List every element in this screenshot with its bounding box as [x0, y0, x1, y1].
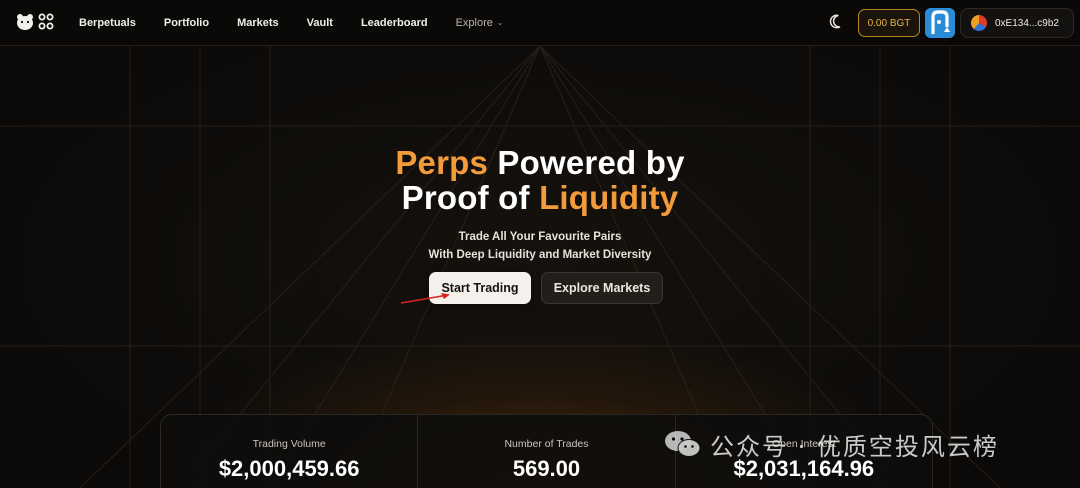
- stat-trading-volume: Trading Volume $2,000,459.66: [161, 415, 419, 488]
- hero-subtitle-line1: Trade All Your Favourite Pairs: [458, 231, 622, 243]
- wallet-address-button[interactable]: 0xE134...c9b2: [960, 8, 1074, 38]
- hero-title-proof-of: Proof of: [401, 179, 540, 216]
- bear-logo-icon[interactable]: [16, 11, 56, 33]
- hero-subtitle: Trade All Your Favourite Pairs With Deep…: [340, 228, 740, 264]
- nav-item-portfolio[interactable]: Portfolio: [164, 17, 209, 29]
- hero-title-line2: Proof of Liquidity: [340, 180, 740, 215]
- explore-markets-button[interactable]: Explore Markets: [541, 272, 663, 304]
- avatar[interactable]: [925, 8, 955, 38]
- bgt-balance-button[interactable]: 0.00 BGT: [858, 9, 920, 37]
- nav-item-markets[interactable]: Markets: [237, 17, 279, 29]
- hero-title: Perps Powered by Proof of Liquidity: [340, 145, 740, 215]
- nav-item-leaderboard[interactable]: Leaderboard: [361, 17, 428, 29]
- watermark: 公众号 · 优质空投风云榜: [664, 426, 999, 462]
- nav-item-explore-label: Explore: [455, 17, 493, 29]
- hero-title-line1: Perps Powered by: [340, 145, 740, 180]
- stat-number-of-trades: Number of Trades 569.00: [418, 415, 676, 488]
- wallet-address: 0xE134...c9b2: [995, 17, 1059, 29]
- top-navigation-bar: Berpetuals Portfolio Markets Vault Leade…: [0, 0, 1080, 46]
- stat-label: Number of Trades: [504, 438, 589, 450]
- hero-title-powered-by: Powered by: [488, 144, 685, 181]
- chevron-down-icon: ⌄: [496, 18, 504, 27]
- nav-item-explore[interactable]: Explore ⌄: [456, 17, 504, 29]
- stat-value: 569.00: [512, 456, 581, 481]
- red-arrow-annotation-icon: [400, 293, 450, 304]
- nav-item-vault[interactable]: Vault: [307, 17, 333, 29]
- stat-value: $2,000,459.66: [218, 456, 360, 481]
- wallet-avatar-icon: [971, 15, 987, 31]
- nav-item-berpetuals[interactable]: Berpetuals: [79, 17, 136, 29]
- hero-subtitle-line2: With Deep Liquidity and Market Diversity: [428, 249, 652, 261]
- watermark-text: 公众号 · 优质空投风云榜: [710, 432, 999, 461]
- wechat-icon: [665, 431, 701, 457]
- stat-label: Trading Volume: [252, 438, 326, 450]
- hero-title-accent-liquidity: Liquidity: [539, 179, 679, 216]
- hero-title-accent-perps: Perps: [395, 144, 489, 181]
- moon-icon[interactable]: [829, 13, 847, 31]
- nav-links: Berpetuals Portfolio Markets Vault Leade…: [79, 0, 532, 46]
